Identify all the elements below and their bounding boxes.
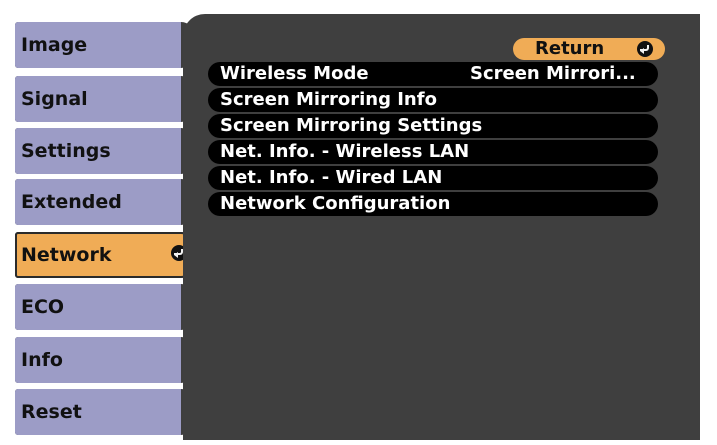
menu-row-label: Network Configuration (220, 193, 451, 214)
menu-row-net-info-wireless[interactable]: Net. Info. - Wireless LAN (208, 140, 658, 164)
sidebar-item-label: Image (15, 22, 181, 68)
enter-icon (637, 41, 653, 57)
sidebar-item-network[interactable]: Network (15, 232, 195, 278)
sidebar-item-label: Extended (15, 179, 181, 225)
menu-row-label: Screen Mirroring Info (220, 89, 437, 110)
menu-row-network-configuration[interactable]: Network Configuration (208, 192, 658, 216)
menu-row-net-info-wired[interactable]: Net. Info. - Wired LAN (208, 166, 658, 190)
sidebar-item-label: ECO (15, 284, 181, 330)
settings-panel: Return Wireless Mode Screen Mirrori... S… (183, 14, 700, 440)
sidebar-item-label: Signal (15, 76, 181, 122)
menu-row-wireless-mode[interactable]: Wireless Mode Screen Mirrori... (208, 62, 658, 86)
sidebar-item-info[interactable]: Info (15, 337, 195, 383)
menu-row-label: Net. Info. - Wireless LAN (220, 141, 470, 162)
sidebar-item-label: Network (15, 232, 195, 278)
sidebar-item-label: Reset (15, 389, 181, 435)
sidebar-item-reset[interactable]: Reset (15, 389, 195, 435)
menu-row-screen-mirroring-info[interactable]: Screen Mirroring Info (208, 88, 658, 112)
return-button-label: Return (535, 38, 605, 59)
sidebar-item-extended[interactable]: Extended (15, 179, 195, 225)
sidebar-item-settings[interactable]: Settings (15, 128, 195, 174)
menu-row-value: Screen Mirrori... (470, 63, 636, 84)
menu-row-label: Net. Info. - Wired LAN (220, 167, 443, 188)
menu-row-screen-mirroring-settings[interactable]: Screen Mirroring Settings (208, 114, 658, 138)
sidebar-menu: Image Signal Settings Extended Network E… (0, 0, 200, 445)
sidebar-item-label: Info (15, 337, 181, 383)
menu-row-label: Wireless Mode (220, 63, 369, 84)
sidebar-item-signal[interactable]: Signal (15, 76, 195, 122)
sidebar-item-eco[interactable]: ECO (15, 284, 195, 330)
menu-row-label: Screen Mirroring Settings (220, 115, 483, 136)
sidebar-item-label: Settings (15, 128, 181, 174)
return-button[interactable]: Return (513, 38, 665, 60)
sidebar-item-image[interactable]: Image (15, 22, 195, 68)
